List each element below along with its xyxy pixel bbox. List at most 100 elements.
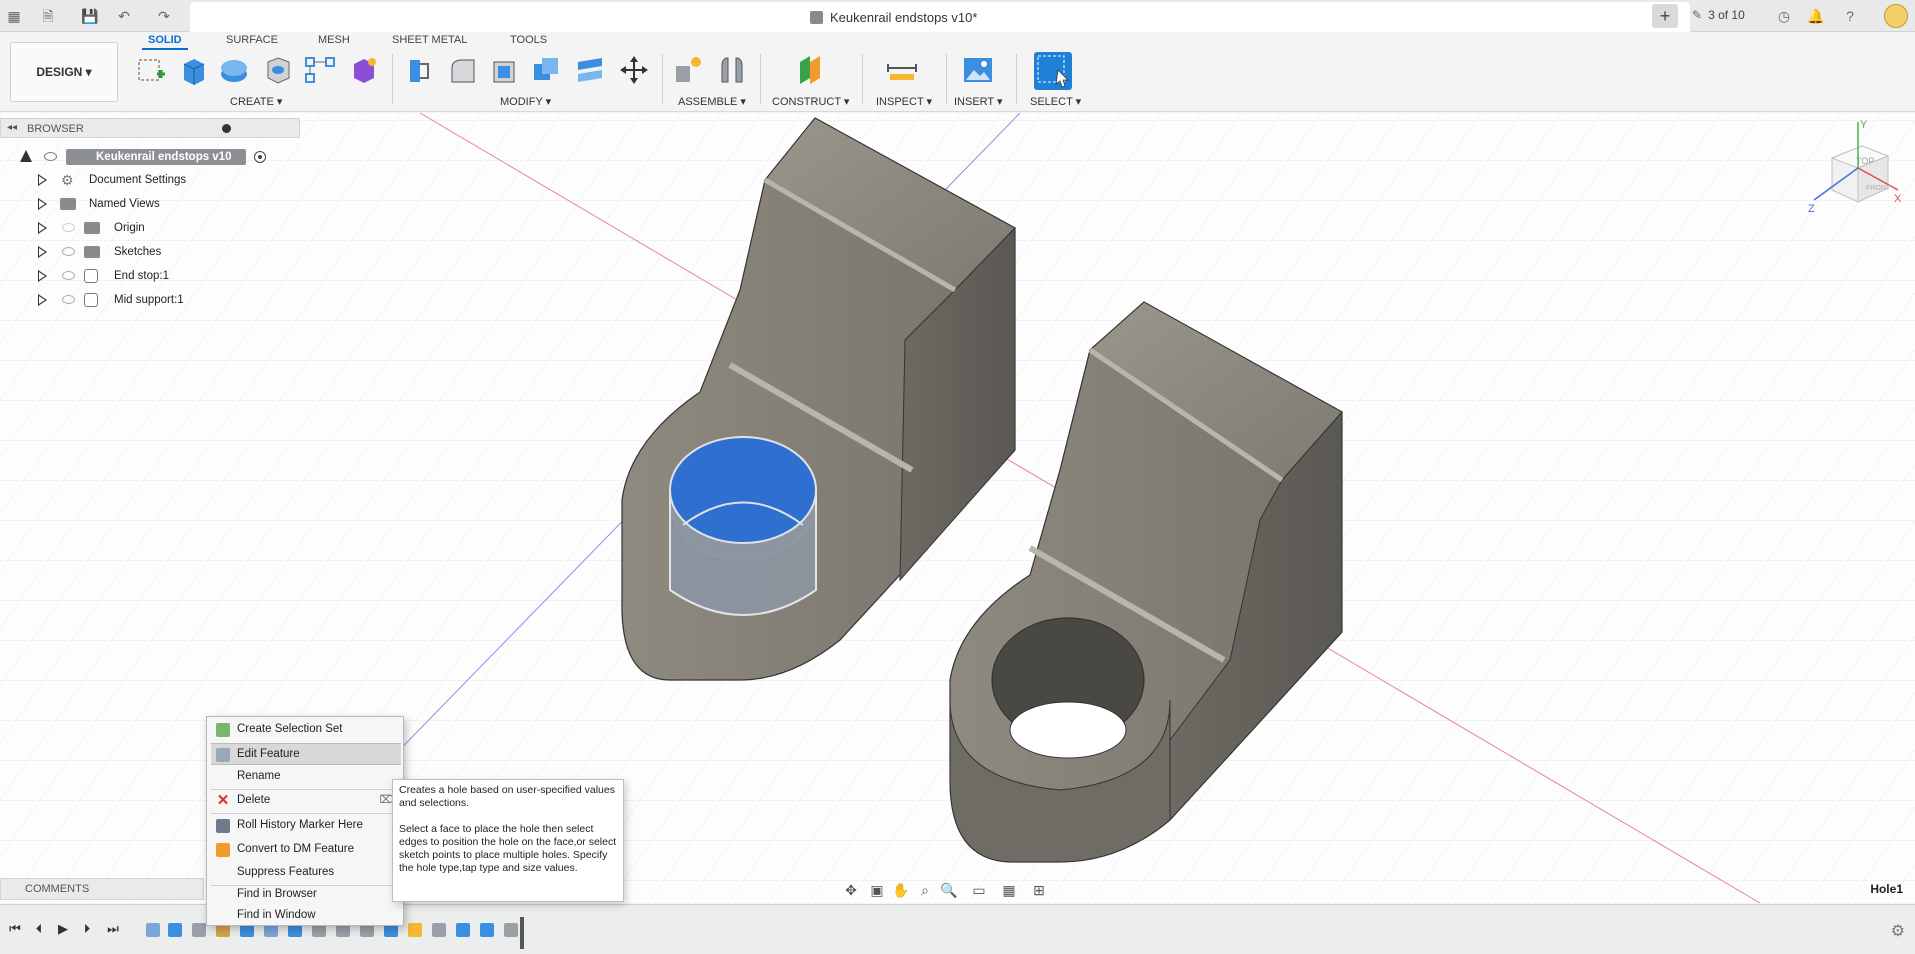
inspect-menu[interactable]: INSPECT ▾ — [876, 95, 932, 108]
avatar[interactable] — [1884, 4, 1908, 28]
pan-icon[interactable]: ✋ — [892, 881, 910, 899]
menu-item-rename[interactable]: Rename — [211, 766, 401, 788]
visibility-eye-icon[interactable] — [62, 271, 75, 280]
expand-arrow-icon[interactable] — [38, 222, 47, 234]
construct-menu[interactable]: CONSTRUCT ▾ — [772, 95, 849, 108]
expand-arrow-icon[interactable] — [38, 294, 47, 306]
play-icon[interactable]: ▶ — [54, 920, 72, 938]
timeline-feature[interactable] — [504, 923, 518, 937]
timeline-feature-sketch[interactable] — [146, 923, 160, 937]
timeline-feature-extrude[interactable] — [168, 923, 182, 937]
workspace-switcher[interactable]: DESIGN ▾ — [10, 42, 118, 102]
offset-plane-icon[interactable] — [794, 54, 826, 86]
clock-icon[interactable]: ◷ — [1774, 6, 1794, 26]
menu-item-create-selection-set[interactable]: Create Selection Set — [211, 719, 401, 741]
form-icon[interactable] — [348, 54, 380, 86]
history-marker[interactable] — [520, 917, 524, 949]
browser-item-origin[interactable]: Origin — [0, 217, 300, 239]
expand-root-icon[interactable] — [20, 150, 32, 162]
menu-item-label: Roll History Marker Here — [237, 819, 363, 831]
insert-menu[interactable]: INSERT ▾ — [954, 95, 1003, 108]
browser-pin-icon[interactable] — [222, 124, 231, 133]
menu-item-delete[interactable]: ✕ Delete ⌦ — [211, 790, 401, 812]
timeline-feature[interactable] — [456, 923, 470, 937]
joint-icon[interactable] — [716, 54, 748, 86]
select-menu[interactable]: SELECT ▾ — [1030, 95, 1081, 108]
save-icon[interactable]: 💾 — [80, 6, 100, 26]
insert-image-icon[interactable] — [962, 54, 994, 86]
orbit-icon[interactable]: ✥ — [842, 881, 860, 899]
new-component-icon[interactable] — [672, 54, 704, 86]
menu-item-find-in-browser[interactable]: Find in Browser — [211, 884, 401, 906]
new-tab-button[interactable]: + — [1652, 4, 1678, 28]
bell-icon[interactable]: 🔔 — [1806, 6, 1826, 26]
revolve-icon[interactable] — [218, 54, 250, 86]
step-back-icon[interactable]: ⏴ — [30, 920, 48, 938]
menu-item-roll-history-marker[interactable]: Roll History Marker Here — [211, 815, 401, 837]
file-menu-icon[interactable]: 🗎 — [38, 6, 58, 26]
expand-arrow-icon[interactable] — [38, 198, 47, 210]
select-icon[interactable] — [1034, 52, 1072, 90]
zoom-icon[interactable]: 🔍 — [940, 881, 958, 899]
create-sketch-icon[interactable] — [135, 54, 167, 86]
viewports-icon[interactable]: ⊞ — [1030, 881, 1048, 899]
combine-icon[interactable] — [530, 54, 562, 86]
zoom-window-icon[interactable]: ⌕ — [916, 881, 934, 899]
timeline-feature[interactable] — [480, 923, 494, 937]
go-to-end-icon[interactable]: ⏭ — [104, 920, 122, 938]
view-cube[interactable]: TOP FRONT Y X Z — [1802, 119, 1902, 220]
step-forward-icon[interactable]: ⏵ — [78, 920, 96, 938]
timeline-settings-gear-icon[interactable]: ⚙ — [1891, 921, 1905, 941]
fillet-icon[interactable] — [446, 54, 478, 86]
modify-menu[interactable]: MODIFY ▾ — [500, 95, 551, 108]
tab-tools[interactable]: TOOLS — [510, 34, 547, 46]
menu-item-suppress-features[interactable]: Suppress Features — [211, 862, 401, 884]
browser-item-sketches[interactable]: Sketches — [0, 241, 300, 263]
menu-item-find-in-window[interactable]: Find in Window — [211, 905, 401, 927]
comments-panel[interactable]: COMMENTS — [0, 878, 204, 900]
menu-item-edit-feature[interactable]: Edit Feature — [211, 743, 401, 765]
grid-settings-icon[interactable]: ▦ — [1000, 881, 1018, 899]
display-settings-icon[interactable]: ▭ — [970, 881, 988, 899]
look-at-icon[interactable]: ▣ — [868, 881, 886, 899]
undo-icon[interactable]: ↶ — [114, 6, 134, 26]
tab-surface[interactable]: SURFACE — [226, 34, 278, 46]
create-menu[interactable]: CREATE ▾ — [230, 95, 282, 108]
extrude-icon[interactable] — [178, 54, 210, 86]
go-to-start-icon[interactable]: ⏮ — [6, 920, 24, 938]
tab-solid[interactable]: SOLID — [142, 34, 188, 50]
browser-item-mid-support[interactable]: Mid support:1 — [0, 289, 300, 311]
pattern-icon[interactable] — [304, 54, 336, 86]
help-icon[interactable]: ? — [1840, 6, 1860, 26]
press-pull-icon[interactable] — [402, 54, 434, 86]
hidden-eye-icon[interactable] — [62, 223, 75, 232]
hole-icon[interactable] — [262, 54, 294, 86]
redo-icon[interactable]: ↷ — [154, 6, 174, 26]
document-tab[interactable]: Keukenrail endstops v10* ✕ — [190, 2, 1690, 32]
expand-arrow-icon[interactable] — [38, 246, 47, 258]
activate-radio-icon[interactable] — [254, 151, 266, 163]
assemble-menu[interactable]: ASSEMBLE ▾ — [678, 95, 746, 108]
menu-item-convert-dm[interactable]: Convert to DM Feature — [211, 839, 401, 861]
tab-mesh[interactable]: MESH — [318, 34, 350, 46]
measure-icon[interactable] — [886, 54, 918, 86]
browser-root[interactable]: Keukenrail endstops v10 — [0, 146, 300, 168]
shell-icon[interactable] — [488, 54, 520, 86]
timeline-feature[interactable] — [432, 923, 446, 937]
timeline-feature[interactable] — [408, 923, 422, 937]
browser-item-document-settings[interactable]: ⚙ Document Settings — [0, 169, 300, 191]
browser-item-end-stop[interactable]: End stop:1 — [0, 265, 300, 287]
job-status[interactable]: ✎ 3 of 10 — [1692, 8, 1745, 22]
expand-arrow-icon[interactable] — [38, 270, 47, 282]
visibility-eye-icon[interactable] — [62, 295, 75, 304]
visibility-eye-icon[interactable] — [44, 152, 57, 161]
visibility-eye-icon[interactable] — [62, 247, 75, 256]
split-body-icon[interactable] — [574, 54, 606, 86]
browser-item-named-views[interactable]: Named Views — [0, 193, 300, 215]
tab-sheet-metal[interactable]: SHEET METAL — [392, 34, 467, 46]
collapse-browser-icon[interactable]: ◂◂ — [7, 122, 17, 133]
apps-grid-icon[interactable]: ▦ — [4, 6, 24, 26]
timeline-feature-hole[interactable] — [192, 923, 206, 937]
expand-arrow-icon[interactable] — [38, 174, 47, 186]
move-icon[interactable] — [618, 54, 650, 86]
